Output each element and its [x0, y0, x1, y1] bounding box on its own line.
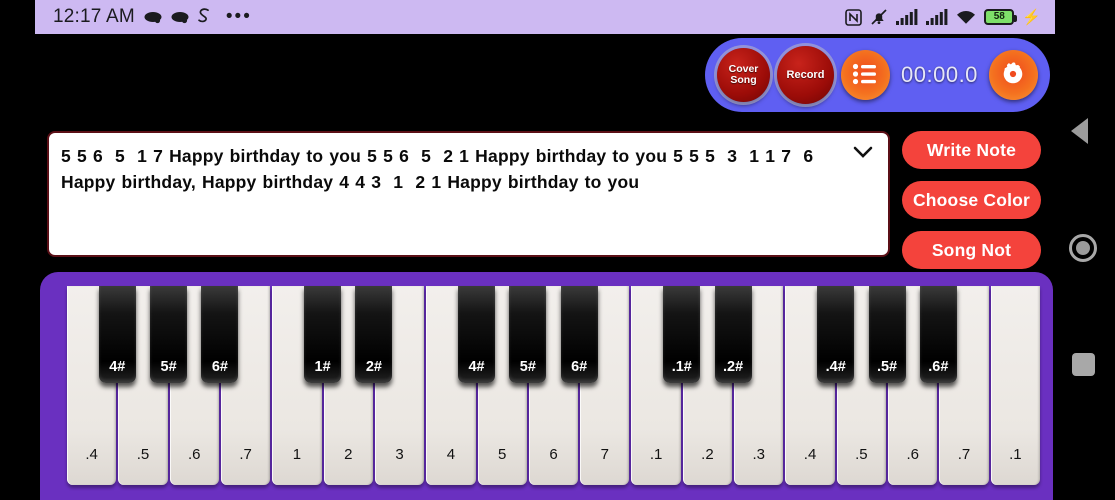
- white-key-label: .7: [957, 446, 971, 463]
- black-key[interactable]: .5#: [868, 286, 906, 383]
- white-key-label: .5: [136, 446, 150, 463]
- black-key[interactable]: .1#: [663, 286, 701, 383]
- cover-song-label-line2: Song: [730, 74, 757, 86]
- white-key-label: .1: [649, 446, 663, 463]
- black-key-label: .5#: [876, 359, 898, 375]
- recording-timer: 00:00.0: [901, 62, 978, 87]
- white-key-label: 4: [446, 446, 456, 463]
- choose-color-label: Choose Color: [912, 189, 1031, 210]
- white-key-label: .3: [752, 446, 765, 463]
- white-key-label: 2: [344, 446, 353, 463]
- home-circle-icon[interactable]: [1069, 234, 1097, 262]
- black-key-label: 6#: [211, 359, 228, 375]
- status-bar-left: 12:17 AM •••: [53, 6, 252, 28]
- white-key-label: 1: [292, 446, 302, 463]
- android-navigation-bar: [1055, 0, 1115, 500]
- white-key-label: .4: [85, 446, 98, 463]
- white-key-label: 3: [395, 446, 404, 463]
- black-key[interactable]: 6#: [201, 286, 239, 383]
- white-key-label: .7: [239, 446, 252, 463]
- black-key[interactable]: .4#: [817, 286, 855, 383]
- home-dot: [1076, 241, 1090, 255]
- white-key-label: .4: [803, 446, 817, 463]
- recents-square-icon[interactable]: [1072, 353, 1095, 376]
- white-key-label: .5: [855, 446, 868, 463]
- top-toolbar: Cover Song Record 00:00.0: [705, 38, 1050, 112]
- side-button-group: Write Note Choose Color Song Not: [902, 131, 1041, 269]
- white-key-label: .1: [1009, 446, 1022, 463]
- piano-keyboard: .4 .5 .6 .7 1 2 3 4 5 6 7 .1 .2 .3 .4 .5 .6 .7 .1 4# 5# 6# 1# 2…: [40, 272, 1053, 500]
- black-key-label: .4#: [825, 359, 846, 375]
- gear-icon: [998, 59, 1028, 92]
- piano-keybed: .4 .5 .6 .7 1 2 3 4 5 6 7 .1 .2 .3 .4 .5 .6 .7 .1 4# 5# 6# 1# 2…: [67, 286, 1040, 492]
- white-key-label: .6: [906, 446, 919, 463]
- black-key[interactable]: .2#: [714, 286, 752, 383]
- status-clock: 12:17 AM: [53, 6, 135, 27]
- black-key[interactable]: 4#: [98, 286, 136, 383]
- vpn-key-icon: [198, 8, 211, 26]
- game-controller-icon: [144, 10, 162, 24]
- signal-bars-icon: [896, 9, 918, 25]
- white-key-label: 5: [498, 446, 507, 463]
- overflow-dots-icon: •••: [225, 6, 252, 27]
- write-note-button[interactable]: Write Note: [902, 131, 1041, 169]
- black-key[interactable]: 5#: [509, 286, 547, 383]
- song-not-button[interactable]: Song Not: [902, 231, 1041, 269]
- white-key-label: 7: [600, 446, 609, 463]
- back-triangle-icon[interactable]: [1071, 118, 1088, 144]
- battery-level: 58: [993, 11, 1005, 22]
- list-icon: [852, 63, 878, 88]
- black-key[interactable]: .6#: [919, 286, 957, 383]
- black-key-label: 5#: [160, 359, 177, 375]
- app-root: 12:17 AM ••• 58 ⚡ Cover Song Record 00:0…: [0, 0, 1115, 500]
- song-list-button[interactable]: [840, 50, 891, 100]
- black-key-label: 4#: [468, 359, 485, 375]
- record-button[interactable]: Record: [777, 46, 834, 104]
- song-not-label: Song Not: [931, 239, 1012, 260]
- choose-color-button[interactable]: Choose Color: [902, 181, 1041, 219]
- black-key-label: .2#: [723, 359, 744, 375]
- status-bar: 12:17 AM ••• 58 ⚡: [35, 0, 1055, 34]
- black-key[interactable]: 4#: [458, 286, 496, 383]
- notes-textarea[interactable]: 5 5 6 5 1 7 Happy birthday to you 5 5 6 …: [47, 131, 890, 257]
- white-key-label: .6: [188, 446, 201, 463]
- black-key[interactable]: 1#: [304, 286, 342, 383]
- record-label: Record: [786, 68, 825, 81]
- wifi-icon: [956, 9, 976, 25]
- white-key[interactable]: .1: [990, 286, 1040, 485]
- black-key-label: .6#: [928, 359, 949, 375]
- game-controller-icon: [171, 10, 189, 24]
- black-key[interactable]: 2#: [355, 286, 393, 383]
- bell-muted-icon: [870, 8, 888, 26]
- write-note-label: Write Note: [926, 139, 1017, 160]
- black-key[interactable]: 5#: [150, 286, 188, 383]
- black-key-label: 5#: [519, 359, 536, 375]
- black-key-label: 4#: [109, 359, 126, 375]
- settings-button[interactable]: [988, 50, 1038, 100]
- black-key-label: 2#: [365, 359, 382, 375]
- charging-bolt-icon: ⚡: [1022, 9, 1041, 26]
- chevron-down-icon[interactable]: [852, 143, 874, 161]
- white-key-label: 6: [549, 446, 558, 463]
- notes-text: 5 5 6 5 1 7 Happy birthday to you 5 5 6 …: [61, 146, 820, 192]
- signal-bars-icon: [926, 9, 948, 25]
- black-key-label: 6#: [571, 359, 588, 375]
- white-key-label: .2: [701, 446, 714, 463]
- battery-indicator: 58: [984, 9, 1018, 25]
- black-key[interactable]: 6#: [560, 286, 598, 383]
- nfc-icon: [845, 8, 863, 26]
- black-key-label: .1#: [671, 359, 692, 375]
- cover-song-button[interactable]: Cover Song: [717, 48, 770, 102]
- black-key-label: 1#: [314, 359, 331, 375]
- status-bar-right: 58 ⚡: [845, 8, 1041, 26]
